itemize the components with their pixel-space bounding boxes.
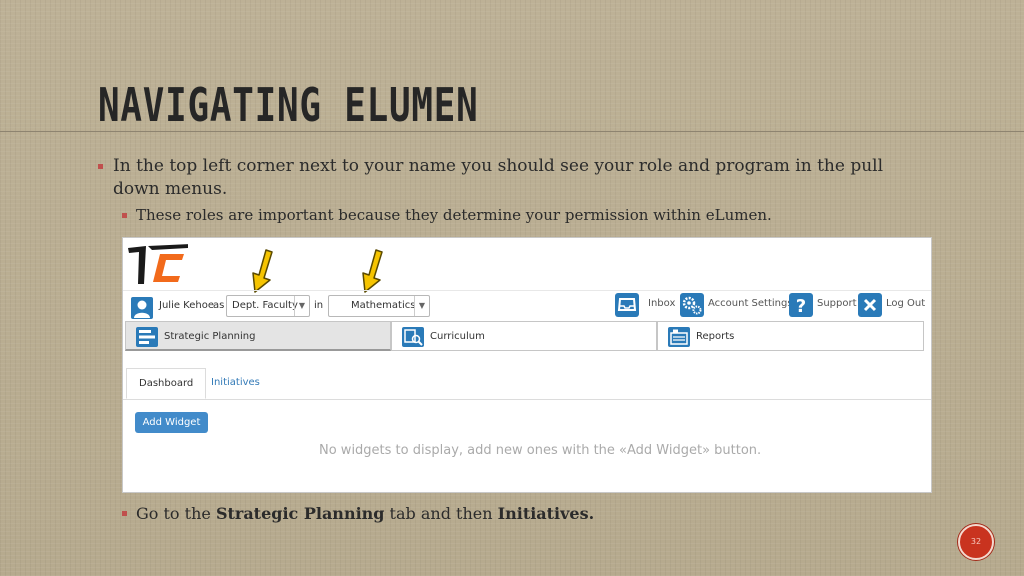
strategic-planning-icon — [136, 327, 158, 347]
bullet-2-text: These roles are important because they d… — [136, 206, 772, 224]
account-settings-link[interactable]: Account Settings — [708, 298, 793, 309]
bullet-2: These roles are important because they d… — [122, 205, 912, 226]
curriculum-icon — [402, 327, 424, 347]
program-select[interactable]: Mathematics ▼ — [328, 295, 430, 317]
slide-title: Navigating eLumen — [98, 78, 479, 132]
bullet-3: Go to the Strategic Planning tab and the… — [122, 503, 822, 524]
user-name: Julie Kehoe — [159, 300, 214, 311]
bullet-1-text: In the top left corner next to your name… — [113, 156, 884, 199]
elumen-screenshot: Julie Kehoe as Dept. Faculty ▼ in Mathem… — [122, 237, 932, 493]
arrow-pointer-icon — [252, 249, 273, 293]
bullet-marker — [98, 164, 103, 169]
inbox-link[interactable]: Inbox — [648, 298, 675, 309]
bullet-marker — [122, 213, 127, 218]
role-select-value: Dept. Faculty — [232, 300, 298, 311]
page-number-badge: 32 — [958, 524, 994, 560]
inbox-icon[interactable] — [615, 293, 639, 317]
bullet-1: In the top left corner next to your name… — [98, 155, 918, 201]
bullet-3-pre: Go to the — [136, 504, 216, 523]
page-number: 32 — [970, 537, 982, 546]
svg-text:?: ? — [796, 296, 806, 317]
bullet-3-text: Go to the Strategic Planning tab and the… — [122, 503, 822, 524]
empty-widgets-message: No widgets to display, add new ones with… — [319, 443, 762, 458]
college-logo-icon — [128, 244, 188, 284]
bullet-3-initiatives: Initiatives. — [497, 504, 595, 523]
bullet-3-strategic-planning: Strategic Planning — [215, 504, 385, 523]
user-bar: Julie Kehoe as Dept. Faculty ▼ in Mathem… — [123, 290, 931, 325]
add-widget-button[interactable]: Add Widget — [135, 412, 208, 433]
arrow-pointer-icon — [362, 249, 383, 293]
tab-label: Curriculum — [430, 331, 485, 342]
help-icon[interactable]: ? — [789, 293, 813, 317]
tab-curriculum[interactable]: Curriculum — [391, 321, 657, 351]
support-link[interactable]: Support — [817, 298, 857, 309]
tab-dashboard[interactable]: Dashboard — [126, 368, 207, 399]
in-label: in — [314, 300, 324, 311]
sub-tabs: Dashboard Initiatives — [123, 368, 931, 400]
tab-reports[interactable]: Reports — [657, 321, 924, 351]
settings-icon[interactable] — [680, 293, 704, 317]
role-select[interactable]: Dept. Faculty ▼ — [226, 295, 310, 317]
chevron-down-icon: ▼ — [414, 296, 429, 316]
tab-initiatives[interactable]: Initiatives — [199, 368, 272, 399]
log-out-link[interactable]: Log Out — [886, 298, 925, 309]
title-divider — [0, 131, 1024, 132]
close-icon[interactable] — [858, 293, 882, 317]
tab-label: Reports — [696, 331, 735, 342]
bullet-3-mid: tab and then — [384, 504, 498, 523]
tab-label: Strategic Planning — [164, 331, 256, 342]
tab-strategic-planning[interactable]: Strategic Planning — [125, 321, 391, 351]
program-select-value: Mathematics — [351, 300, 416, 311]
reports-icon — [668, 327, 690, 347]
bullet-marker — [122, 511, 127, 516]
user-avatar-icon — [131, 297, 153, 319]
module-tabs: Strategic Planning Curriculum Reports — [123, 321, 931, 353]
as-label: as — [213, 300, 225, 311]
chevron-down-icon: ▼ — [294, 296, 309, 316]
